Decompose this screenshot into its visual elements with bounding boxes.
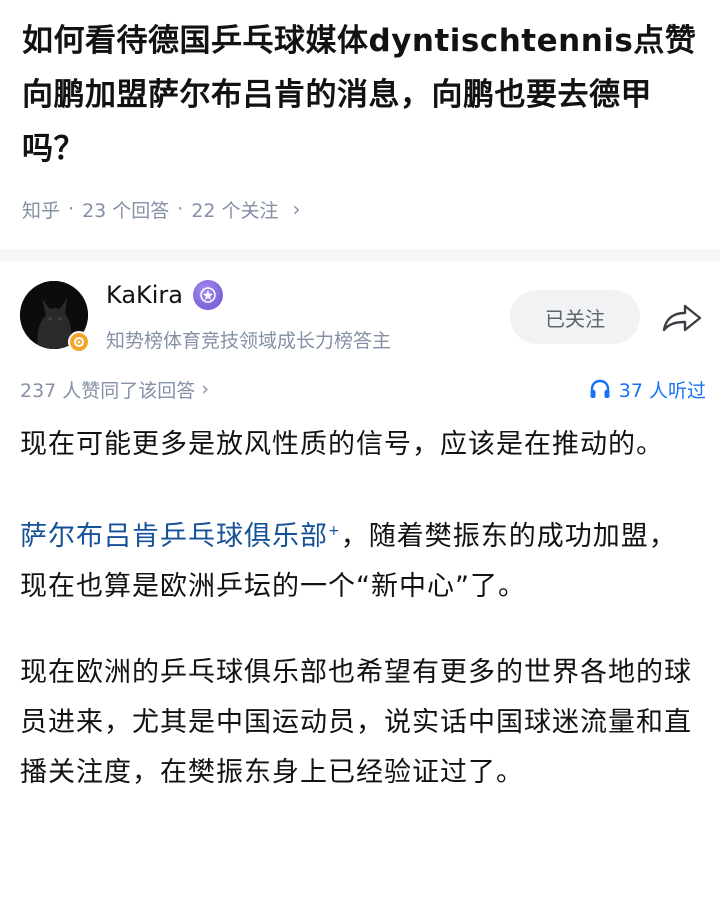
link-marker: + [328, 523, 341, 539]
vip-badge-icon[interactable] [193, 280, 224, 310]
author-name-row: KaKira [106, 280, 224, 310]
question-meta[interactable]: 知乎 · 23 个回答 · 22 个关注 › [22, 194, 698, 224]
chevron-right-icon: › [201, 378, 209, 400]
headphone-icon [590, 379, 610, 398]
follower-count[interactable]: 22 个关注 [191, 196, 278, 223]
listen-count: 37 人听过 [618, 379, 706, 402]
likes-count: 237 人赞同了该回答 [20, 379, 196, 402]
section-divider [0, 250, 720, 261]
author-name[interactable]: KaKira [106, 281, 183, 309]
source-label: 知乎 [22, 199, 61, 222]
club-link[interactable]: 萨尔布吕肯乒乓球俱乐部+ [20, 521, 341, 552]
meta-separator: · [177, 198, 184, 220]
follow-button[interactable]: 已关注 [510, 290, 640, 344]
question-header: 如何看待德国乒乓球媒体dyntischtennis点赞向鹏加盟萨尔布吕肯的消息，… [0, 0, 720, 224]
likes-info[interactable]: 237 人赞同了该回答 › [20, 376, 209, 403]
listen-info[interactable]: 37 人听过 [589, 376, 706, 403]
meta-separator: · [68, 198, 75, 220]
answer-stats: 237 人赞同了该回答 › 37 人听过 [20, 374, 706, 404]
author-card: KaKira 知势榜体育竞技领域成长力榜答主 已关注 [20, 278, 706, 358]
paragraph-1: 现在可能更多是放风性质的信号，应该是在推动的。 [20, 429, 664, 460]
chevron-right-icon[interactable]: › [293, 197, 301, 221]
question-title[interactable]: 如何看待德国乒乓球媒体dyntischtennis点赞向鹏加盟萨尔布吕肯的消息，… [22, 14, 698, 176]
club-link-text: 萨尔布吕肯乒乓球俱乐部 [20, 521, 328, 552]
paragraph-3: 现在欧洲的乒乓球俱乐部也希望有更多的世界各地的球员进来，尤其是中国运动员，说实话… [20, 657, 692, 788]
answer-count[interactable]: 23 个回答 [82, 196, 169, 223]
share-icon[interactable] [660, 300, 704, 336]
answer-content: 现在可能更多是放风性质的信号，应该是在推动的。 萨尔布吕肯乒乓球俱乐部+，随着樊… [20, 420, 700, 834]
gear-badge-icon [68, 331, 90, 353]
paragraph-2: 萨尔布吕肯乒乓球俱乐部+，随着樊振东的成功加盟，现在也算是欧洲乒坛的一个“新中心… [20, 506, 700, 612]
author-description: 知势榜体育竞技领域成长力榜答主 [106, 330, 392, 352]
